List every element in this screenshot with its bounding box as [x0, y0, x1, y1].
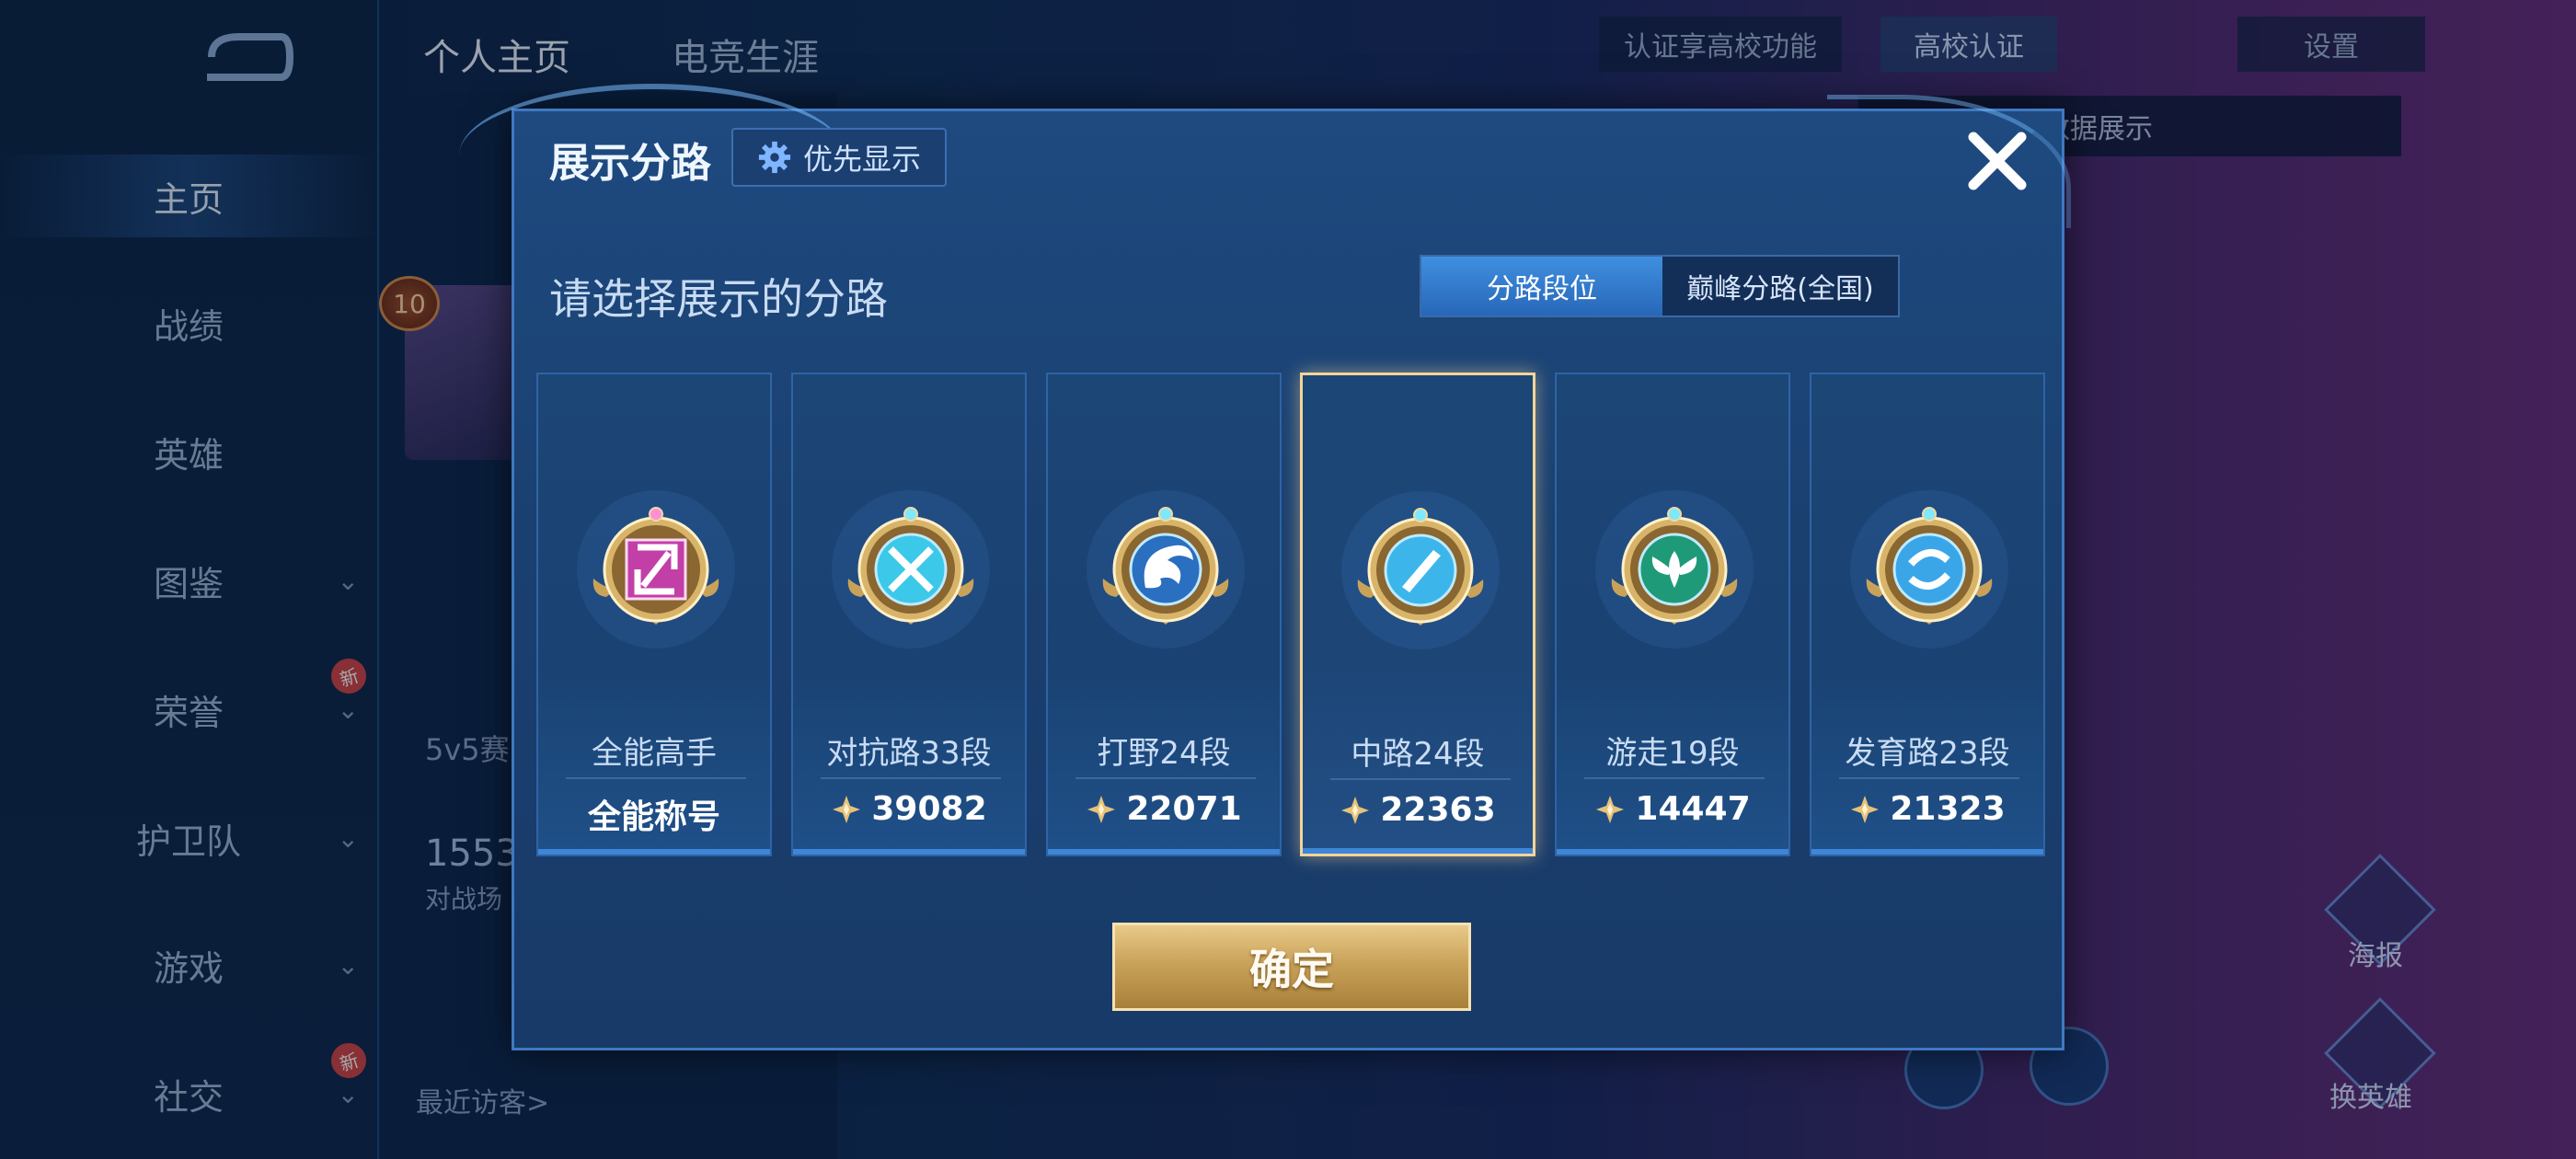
jungle-lane-badge-icon: [1087, 490, 1245, 648]
rank-points-icon: [1341, 796, 1370, 824]
lane-display-dialog: 展示分路 优先显示 请选择展示的分路 分路段位 巅峰分路(全国) 全能高手全能称…: [459, 84, 2071, 1050]
lane-name: 游走19段: [1605, 735, 1740, 772]
lane-score-value: 22363: [1380, 791, 1496, 829]
lane-score: 14447: [1557, 790, 1788, 828]
priority-label: 优先显示: [802, 142, 921, 177]
decor-swirl: [1827, 95, 2071, 228]
lane-score-value: 全能称号: [587, 798, 720, 836]
lane-mode-toggle: 分路段位 巅峰分路(全国): [1420, 255, 1900, 317]
lane-card[interactable]: 发育路23段 21323: [1810, 373, 2045, 856]
lane-score: 21323: [1811, 790, 2043, 828]
lane-score: 22363: [1303, 791, 1533, 829]
rank-points-icon: [1596, 795, 1625, 823]
lane-score: 全能称号: [538, 790, 770, 838]
dialog-title: 展示分路: [549, 140, 711, 187]
rank-points-icon: [1851, 795, 1880, 823]
rank-points-icon: [1087, 795, 1116, 823]
lane-score: 39082: [793, 790, 1025, 828]
divider: [821, 777, 1001, 779]
lane-card[interactable]: 全能高手 全能称号: [536, 373, 772, 856]
lane-name: 对抗路33段: [826, 735, 992, 772]
lane-score-value: 14447: [1635, 790, 1751, 828]
lane-score: 22071: [1048, 790, 1280, 828]
lane-score-value: 39082: [871, 790, 987, 828]
segment-lane-rank[interactable]: 分路段位: [1421, 257, 1662, 316]
farm-lane-badge-icon: [1850, 490, 2008, 648]
roam-lane-badge-icon: [1595, 490, 1754, 648]
lane-name: 全能高手: [592, 735, 717, 772]
dialog-subtitle: 请选择展示的分路: [549, 274, 888, 324]
divider: [1839, 777, 2019, 779]
lane-card[interactable]: 游走19段 14447: [1555, 373, 1790, 856]
divider: [1075, 777, 1256, 779]
divider: [1330, 778, 1511, 780]
lane-name: 中路24段: [1351, 736, 1485, 773]
lane-card[interactable]: 中路24段 22363: [1300, 373, 1535, 856]
mid-lane-badge-icon: [1341, 491, 1500, 649]
lane-name: 发育路23段: [1845, 735, 2010, 772]
allround-lane-badge-icon: [577, 490, 735, 648]
confirm-button[interactable]: 确定: [1112, 923, 1471, 1011]
lane-card-list: 全能高手 全能称号 对抗路33段 39082 打野24段 22071 中路24段 22363 游…: [536, 373, 2045, 860]
lane-card[interactable]: 打野24段 22071: [1046, 373, 1282, 856]
gear-icon: [758, 141, 791, 174]
close-icon[interactable]: [1964, 128, 2030, 194]
lane-score-value: 22071: [1126, 790, 1242, 828]
segment-peak-lane[interactable]: 巅峰分路(全国): [1662, 257, 1898, 316]
lane-name: 打野24段: [1097, 735, 1231, 772]
priority-display-button[interactable]: 优先显示: [731, 128, 947, 187]
lane-card[interactable]: 对抗路33段 39082: [791, 373, 1027, 856]
lane-score-value: 21323: [1890, 790, 2006, 828]
clash-lane-badge-icon: [832, 490, 990, 648]
divider: [1584, 777, 1765, 779]
divider: [566, 777, 746, 779]
rank-points-icon: [833, 795, 861, 823]
